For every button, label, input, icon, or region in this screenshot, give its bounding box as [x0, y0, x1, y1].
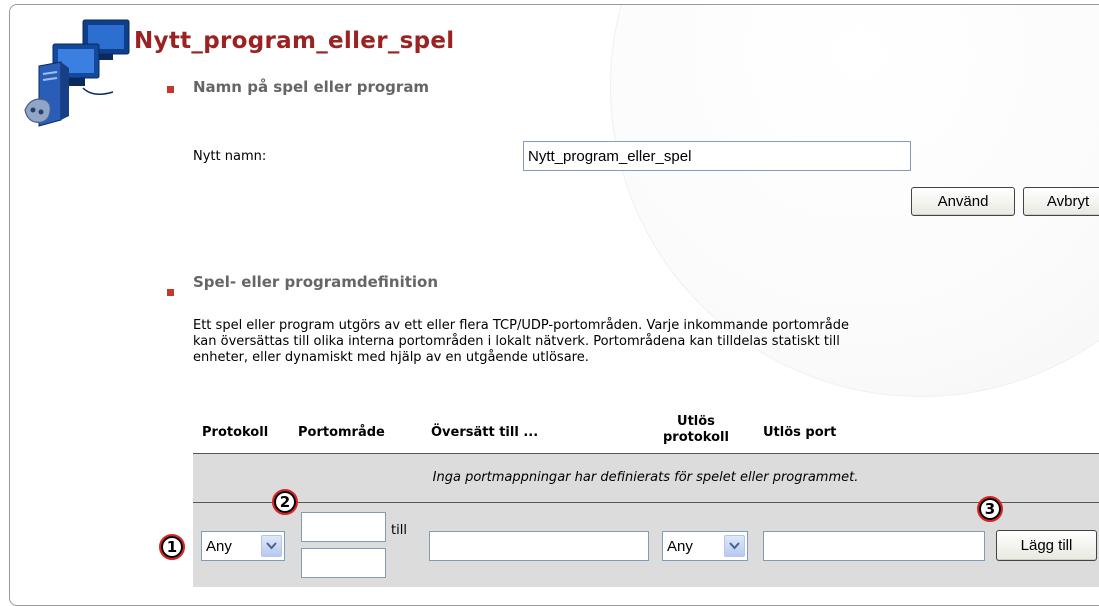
- section-bullet-icon: [167, 289, 174, 296]
- to-label: till: [391, 523, 407, 538]
- description-line: kan översättas till olika interna portom…: [193, 334, 840, 349]
- callout-3: 3: [979, 498, 1001, 520]
- trigger-port-input[interactable]: [763, 531, 985, 561]
- trigger-protocol-select-value: Any: [667, 538, 693, 555]
- header-trigger-port: Utlös port: [763, 425, 837, 440]
- protocol-select[interactable]: Any: [201, 531, 285, 561]
- header-port-range: Portområde: [298, 425, 385, 440]
- chevron-down-icon[interactable]: [261, 535, 282, 557]
- section-heading-definition: Spel- eller programdefinition: [193, 273, 439, 291]
- protocol-select-value: Any: [206, 538, 232, 555]
- cancel-button[interactable]: Avbryt: [1023, 187, 1099, 216]
- chevron-down-icon[interactable]: [724, 535, 745, 557]
- callout-2: 2: [274, 491, 296, 513]
- port-range-start-input[interactable]: [301, 512, 386, 542]
- translate-to-input[interactable]: [429, 531, 649, 561]
- page-title: Nytt_program_eller_spel: [134, 28, 455, 54]
- section-heading-name: Namn på spel eller program: [193, 78, 430, 96]
- section-bullet-icon: [167, 86, 174, 93]
- header-trigger-protocol-line1: Utlös: [677, 414, 715, 429]
- header-translate-to: Översätt till ...: [431, 425, 539, 440]
- computer-gamepad-icon: [24, 19, 130, 127]
- new-name-input[interactable]: [523, 141, 911, 171]
- apply-button[interactable]: Använd: [911, 187, 1015, 216]
- add-button[interactable]: Lägg till: [996, 530, 1097, 561]
- description-line: Ett spel eller program utgörs av ett ell…: [193, 318, 849, 333]
- trigger-protocol-select[interactable]: Any: [662, 531, 748, 561]
- port-range-end-input[interactable]: [301, 548, 386, 578]
- header-protocol: Protokoll: [202, 425, 269, 440]
- new-name-label: Nytt namn:: [193, 149, 267, 164]
- callout-1: 1: [161, 536, 183, 558]
- header-trigger-protocol-line2: protokoll: [663, 430, 729, 445]
- description-line: enheter, eller dynamiskt med hjälp av en…: [193, 350, 589, 365]
- definition-description: Ett spel eller program utgörs av ett ell…: [193, 318, 1093, 366]
- empty-table-message: Inga portmappningar har definierats för …: [432, 470, 859, 485]
- header-trigger-protocol: Utlös protokoll: [663, 414, 729, 446]
